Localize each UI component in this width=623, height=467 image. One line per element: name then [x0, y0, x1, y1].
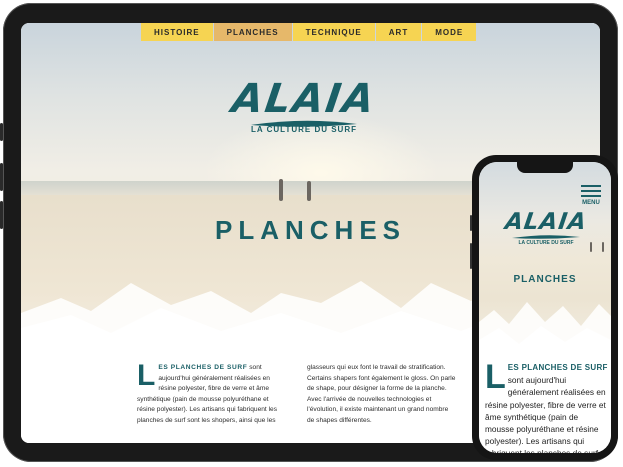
article-column-1: L ES PLANCHES DE SURF sont aujourd'hui g…	[137, 359, 287, 426]
mobile-hero: MENU ALAIA LA CULTURE DU SURF PLANCHES	[479, 162, 611, 357]
phone-notch	[517, 162, 573, 173]
article-column-2: glasseurs qui eux font le travail de str…	[307, 364, 456, 424]
mobile-article-body: L ES PLANCHES DE SURF sont aujourd'hui g…	[479, 357, 611, 453]
article-lead: ES PLANCHES DE SURF	[507, 363, 608, 372]
drop-cap: L	[137, 359, 156, 392]
logo-tagline: LA CULTURE DU SURF	[518, 240, 574, 246]
nav-item-technique[interactable]: TECHNIQUE	[292, 23, 375, 41]
surfer-figure	[602, 242, 604, 252]
phone-screen: MENU ALAIA LA CULTURE DU SURF PLANCHES L…	[479, 162, 611, 453]
phone-side-button	[470, 215, 472, 231]
phone-device: MENU ALAIA LA CULTURE DU SURF PLANCHES L…	[470, 155, 618, 460]
hamburger-icon-bar	[581, 190, 601, 192]
page-title: PLANCHES	[513, 274, 577, 285]
nav-item-mode[interactable]: MODE	[422, 23, 477, 41]
menu-label: MENU	[582, 200, 600, 206]
tablet-side-button	[0, 123, 3, 141]
nav-item-art[interactable]: ART	[375, 23, 422, 41]
surfboard-swoosh-icon	[512, 235, 580, 239]
nav-item-histoire[interactable]: HISTOIRE	[141, 23, 213, 41]
main-nav: HISTOIRE PLANCHES TECHNIQUE ART MODE	[141, 23, 477, 41]
tablet-volume-button	[0, 163, 3, 191]
tablet-volume-button	[0, 201, 3, 229]
mobile-logo[interactable]: ALAIA LA CULTURE DU SURF	[501, 209, 591, 246]
logo-wordmark: ALAIA	[503, 209, 589, 235]
hamburger-icon	[581, 185, 601, 187]
surfboard-swoosh-icon	[251, 120, 357, 127]
nav-item-planches[interactable]: PLANCHES	[213, 23, 292, 41]
article-lead: ES PLANCHES DE SURF	[158, 364, 248, 371]
article-text: sont aujourd'hui généralement réalisées …	[137, 364, 278, 424]
phone-volume-button	[470, 243, 472, 269]
menu-button[interactable]: MENU	[579, 182, 603, 206]
surfer-figure	[307, 181, 311, 201]
logo-wordmark: ALAIA	[229, 76, 379, 122]
drop-cap: L	[485, 358, 506, 396]
site-logo[interactable]: ALAIA LA CULTURE DU SURF	[229, 76, 379, 134]
brush-wave-shape	[479, 302, 611, 357]
hamburger-icon-bar	[581, 195, 601, 197]
surfer-figure	[279, 179, 283, 201]
mobile-article-text: L ES PLANCHES DE SURF sont aujourd'hui g…	[485, 358, 609, 453]
